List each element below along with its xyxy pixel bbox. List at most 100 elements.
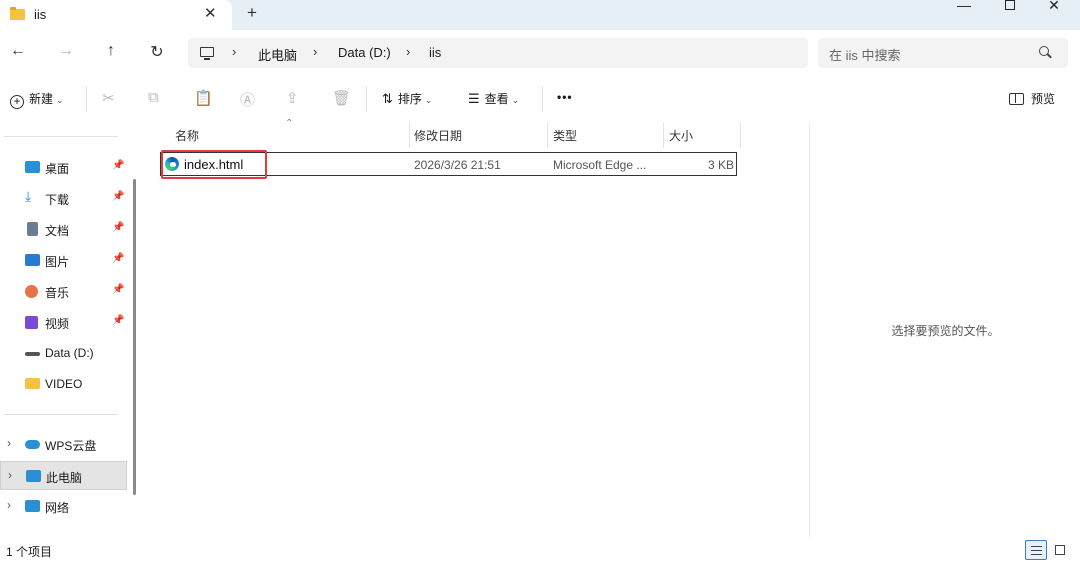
sidebar-item-label: 视频: [45, 317, 70, 331]
new-tab-button[interactable]: +: [247, 3, 257, 23]
sidebar-item-videos[interactable]: 视频 📌: [0, 308, 127, 337]
search-icon[interactable]: [1039, 46, 1049, 56]
edge-browser-icon: [165, 157, 179, 171]
desktop-icon: [25, 161, 40, 173]
copy-icon[interactable]: ⧉: [148, 89, 159, 106]
drive-icon: [25, 352, 40, 356]
preview-label: 预览: [1031, 92, 1056, 106]
this-pc-icon: [26, 470, 41, 482]
sort-button[interactable]: ⇅ 排序 ⌄: [382, 90, 432, 107]
pictures-icon: [25, 254, 40, 266]
minimize-button[interactable]: —: [941, 0, 987, 14]
documents-icon: [27, 222, 38, 236]
videos-icon: [25, 316, 38, 329]
breadcrumb-data-d[interactable]: Data (D:): [338, 45, 391, 60]
cut-icon[interactable]: ✂: [102, 89, 115, 107]
divider: [86, 86, 87, 112]
expand-chevron-icon[interactable]: ›: [7, 436, 11, 450]
file-modified: 2026/3/26 21:51: [414, 158, 501, 172]
breadcrumb-separator[interactable]: ›: [232, 44, 236, 59]
delete-icon[interactable]: 🗑: [332, 89, 351, 107]
column-header-type[interactable]: 类型: [553, 127, 577, 144]
cloud-icon: [25, 440, 40, 449]
up-button[interactable]: ↑: [99, 42, 123, 60]
search-input[interactable]: 在 iis 中搜索: [829, 45, 901, 64]
file-size: 3 KB: [708, 158, 735, 172]
expand-chevron-icon[interactable]: ›: [7, 498, 11, 512]
paste-icon[interactable]: 📋: [194, 89, 213, 107]
refresh-button[interactable]: ↻: [145, 42, 169, 62]
forward-button[interactable]: →: [54, 42, 78, 60]
search-box[interactable]: 在 iis 中搜索: [818, 38, 1068, 68]
music-icon: [25, 285, 38, 298]
sidebar-item-downloads[interactable]: ⤓ 下载 📌: [0, 184, 127, 213]
new-button[interactable]: + 新建 ⌄: [10, 90, 64, 109]
maximize-button[interactable]: [987, 0, 1033, 14]
sidebar-item-data-drive[interactable]: Data (D:): [0, 339, 127, 368]
tab-close-icon[interactable]: ✕: [204, 4, 217, 22]
chevron-down-icon: ⌄: [56, 95, 64, 105]
sidebar-scrollbar[interactable]: [133, 179, 136, 495]
column-header-name[interactable]: 名称: [175, 127, 199, 144]
sidebar-item-label: VIDEO: [45, 377, 83, 391]
sidebar-item-label: 桌面: [45, 162, 70, 176]
back-button[interactable]: ←: [6, 42, 30, 60]
tiles-view-icon: [1055, 545, 1065, 555]
column-divider[interactable]: [740, 122, 741, 148]
file-name[interactable]: index.html: [184, 157, 243, 172]
table-row[interactable]: index.html 2026/3/26 21:51 Microsoft Edg…: [160, 152, 737, 176]
share-icon[interactable]: ⇪: [286, 89, 299, 107]
sidebar-item-wps-cloud[interactable]: › WPS云盘: [0, 430, 127, 459]
command-bar: + 新建 ⌄ ✂ ⧉ 📋 Ⓐ ⇪ 🗑 ⇅ 排序 ⌄ ☰ 查看 ⌄ ••• 预览: [0, 76, 1080, 122]
sidebar-item-music[interactable]: 音乐 📌: [0, 277, 127, 306]
expand-chevron-icon[interactable]: ›: [8, 468, 12, 482]
address-bar[interactable]: › 此电脑 › Data (D:) › iis: [188, 38, 808, 68]
folder-icon: [25, 378, 40, 389]
preview-pane: 选择要预览的文件。: [809, 122, 1080, 537]
view-icon: ☰: [468, 91, 480, 106]
chevron-down-icon: ⌄: [424, 95, 433, 105]
sidebar-item-pictures[interactable]: 图片 📌: [0, 246, 127, 275]
chevron-down-icon: ⌄: [511, 95, 520, 105]
sidebar-item-label: 此电脑: [46, 471, 83, 485]
title-bar: iis ✕ + — ✕: [0, 0, 1080, 30]
breadcrumb-separator[interactable]: ›: [406, 44, 410, 59]
sidebar-item-label: 图片: [45, 255, 70, 269]
maximize-icon: [1005, 0, 1015, 10]
view-button[interactable]: ☰ 查看 ⌄: [468, 90, 519, 107]
divider: [4, 136, 118, 137]
preview-pane-icon: [1009, 93, 1024, 105]
column-header-modified[interactable]: 修改日期: [414, 127, 462, 144]
tab-iis[interactable]: iis ✕: [0, 0, 232, 30]
details-view-button[interactable]: [1025, 540, 1047, 560]
column-divider[interactable]: [409, 122, 410, 148]
sidebar-item-this-pc[interactable]: › 此电脑: [0, 461, 127, 490]
rename-icon[interactable]: Ⓐ: [240, 89, 255, 110]
pin-icon: 📌: [112, 315, 125, 326]
sidebar-item-network[interactable]: › 网络: [0, 492, 127, 521]
more-options-button[interactable]: •••: [557, 90, 573, 104]
navigation-pane: 桌面 📌 ⤓ 下载 📌 文档 📌 图片 📌 音乐 📌 视频 📌 Data (D:…: [0, 122, 140, 537]
column-header-size[interactable]: 大小: [669, 127, 693, 144]
sidebar-item-label: 网络: [45, 501, 70, 515]
close-button[interactable]: ✕: [1031, 0, 1077, 14]
plus-icon: +: [10, 95, 24, 109]
divider: [4, 414, 118, 415]
breadcrumb-separator[interactable]: ›: [313, 44, 317, 59]
sort-icon: ⇅: [382, 91, 393, 106]
breadcrumb-this-pc[interactable]: 此电脑: [258, 45, 297, 64]
sidebar-item-documents[interactable]: 文档 📌: [0, 215, 127, 244]
sidebar-item-video-folder[interactable]: VIDEO: [0, 370, 127, 399]
breadcrumb-iis[interactable]: iis: [429, 45, 441, 60]
column-divider[interactable]: [663, 122, 664, 148]
folder-icon: [10, 7, 25, 20]
sidebar-item-label: WPS云盘: [45, 439, 97, 453]
sidebar-item-desktop[interactable]: 桌面 📌: [0, 153, 127, 182]
file-type: Microsoft Edge ...: [553, 158, 647, 172]
pin-icon: 📌: [112, 222, 125, 233]
preview-pane-button[interactable]: 预览: [1009, 90, 1055, 107]
column-divider[interactable]: [547, 122, 548, 148]
pin-icon: 📌: [112, 160, 125, 171]
pin-icon: 📌: [112, 284, 125, 295]
tiles-view-button[interactable]: [1050, 540, 1072, 560]
